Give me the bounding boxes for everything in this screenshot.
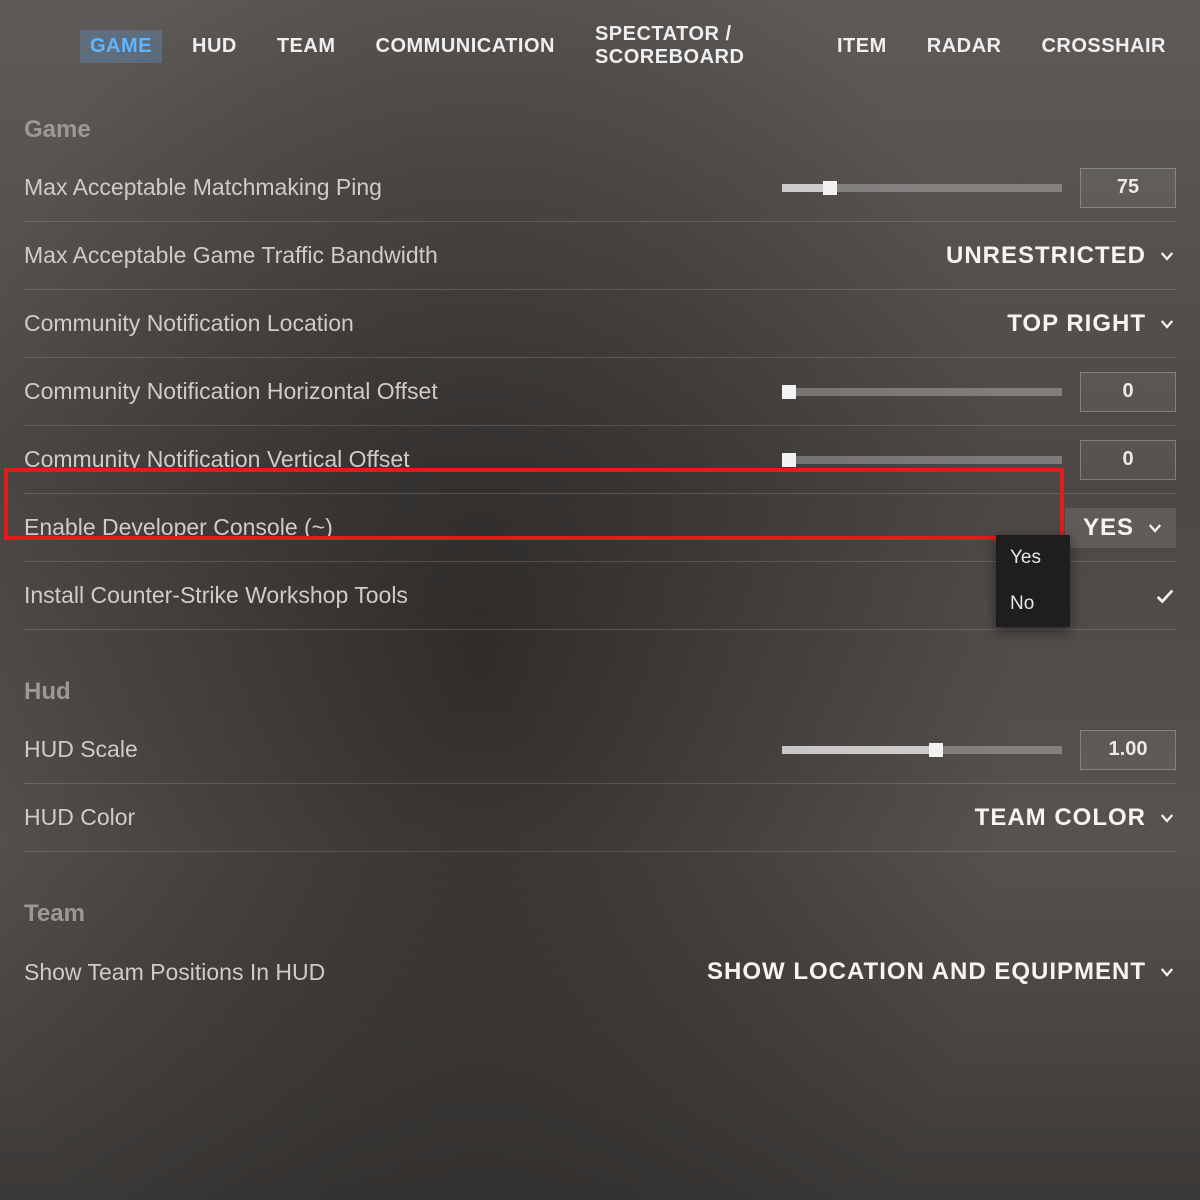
value-matchmaking-ping[interactable]: 75 [1080,168,1176,208]
check-icon [1154,585,1176,607]
dropdown-developer-console[interactable]: YES [1065,508,1176,548]
tab-spectator-scoreboard[interactable]: SPECTATOR / SCOREBOARD [585,18,807,74]
highlight-developer-console [4,468,1064,540]
label-workshop-tools: Install Counter-Strike Workshop Tools [24,582,408,609]
value-notification-v-offset[interactable]: 0 [1080,440,1176,480]
chevron-down-icon [1158,963,1176,981]
tab-game[interactable]: GAME [80,30,162,63]
chevron-down-icon [1158,809,1176,827]
dropdown-hud-color[interactable]: TEAM COLOR [975,804,1176,832]
dropdown-option-no[interactable]: No [996,581,1070,627]
dropdown-notification-location-value: TOP RIGHT [1007,310,1146,338]
dropdown-option-yes[interactable]: Yes [996,535,1070,581]
dropdown-bandwidth[interactable]: UNRESTRICTED [946,242,1176,270]
label-bandwidth: Max Acceptable Game Traffic Bandwidth [24,242,438,269]
chevron-down-icon [1158,315,1176,333]
row-notification-location: Community Notification Location TOP RIGH… [24,290,1176,358]
tab-item[interactable]: ITEM [827,30,897,63]
label-hud-scale: HUD Scale [24,736,138,763]
section-title-game: Game [24,116,1176,144]
row-hud-scale: HUD Scale 1.00 [24,716,1176,784]
dropdown-team-positions[interactable]: SHOW LOCATION AND EQUIPMENT [707,958,1176,986]
row-hud-color: HUD Color TEAM COLOR [24,784,1176,852]
chevron-down-icon [1146,519,1164,537]
label-notification-location: Community Notification Location [24,310,354,337]
tabs-bar: GAME HUD TEAM COMMUNICATION SPECTATOR / … [24,12,1176,88]
slider-matchmaking-ping[interactable] [782,184,1062,192]
value-hud-scale[interactable]: 1.00 [1080,730,1176,770]
chevron-down-icon [1158,247,1176,265]
slider-notification-h-offset[interactable] [782,388,1062,396]
dropdown-workshop-tools[interactable] [1154,585,1176,607]
label-notification-h-offset: Community Notification Horizontal Offset [24,378,438,405]
tab-communication[interactable]: COMMUNICATION [366,30,565,63]
row-notification-h-offset: Community Notification Horizontal Offset… [24,358,1176,426]
label-team-positions: Show Team Positions In HUD [24,959,325,986]
tab-radar[interactable]: RADAR [917,30,1012,63]
value-notification-h-offset[interactable]: 0 [1080,372,1176,412]
slider-hud-scale[interactable] [782,746,1062,754]
tab-team[interactable]: TEAM [267,30,346,63]
section-title-team: Team [24,900,1176,928]
dropdown-team-positions-value: SHOW LOCATION AND EQUIPMENT [707,958,1146,986]
dropdown-bandwidth-value: UNRESTRICTED [946,242,1146,270]
label-matchmaking-ping: Max Acceptable Matchmaking Ping [24,174,382,201]
dropdown-menu-developer-console[interactable]: Yes No [996,535,1070,627]
tab-hud[interactable]: HUD [182,30,247,63]
tab-crosshair[interactable]: CROSSHAIR [1031,30,1176,63]
dropdown-notification-location[interactable]: TOP RIGHT [1007,310,1176,338]
section-title-hud: Hud [24,678,1176,706]
slider-notification-v-offset[interactable] [782,456,1062,464]
row-team-positions: Show Team Positions In HUD SHOW LOCATION… [24,938,1176,1006]
dropdown-hud-color-value: TEAM COLOR [975,804,1146,832]
label-hud-color: HUD Color [24,804,135,831]
row-bandwidth: Max Acceptable Game Traffic Bandwidth UN… [24,222,1176,290]
dropdown-developer-console-value: YES [1083,514,1134,542]
row-matchmaking-ping: Max Acceptable Matchmaking Ping 75 [24,154,1176,222]
